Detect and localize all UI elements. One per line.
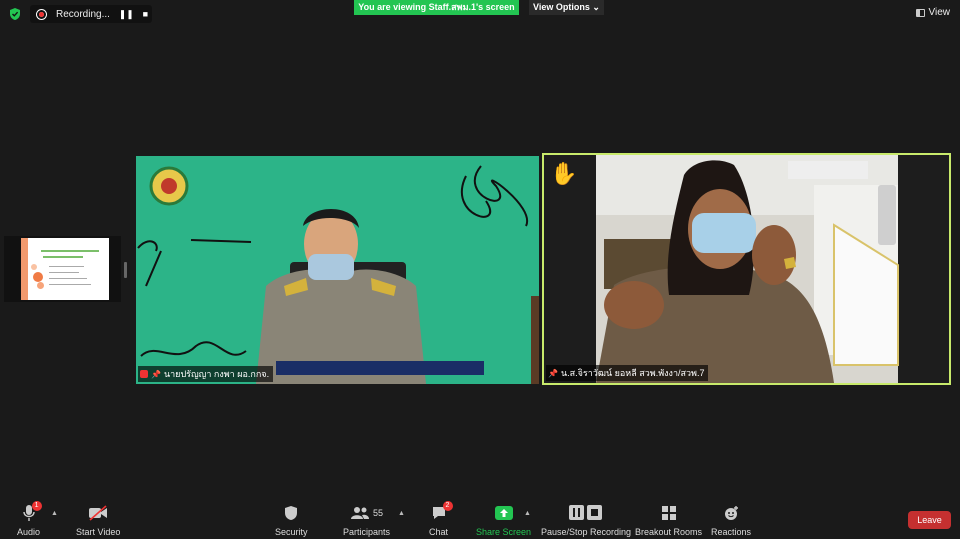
stop-recording-icon[interactable]: ■ [139, 9, 152, 19]
breakout-rooms-icon [661, 504, 677, 522]
participant-name: น.ส.จิราวัฒน์ ยอหลี สวพ.พังงา/สวพ.7 [560, 368, 705, 378]
participant-count: 55 [373, 508, 384, 518]
top-bar: Recording... ❚❚ ■ You are viewing Staff.… [0, 0, 960, 28]
participants-icon-group: 55 [350, 504, 383, 522]
pause-stop-recording-button[interactable]: Pause/Stop Recording [541, 504, 631, 537]
start-video-button[interactable]: Start Video [76, 504, 120, 537]
pin-icon: 📌 [151, 369, 161, 379]
participant-name-tag: 📌 นายปรัญญา กงพา ผอ.กกจ. [138, 366, 274, 382]
recording-dot-icon [37, 9, 46, 19]
share-options-caret-icon[interactable]: ▲ [524, 510, 531, 517]
audio-badge: 1 [31, 501, 42, 511]
shared-screen-thumbnail[interactable] [4, 236, 121, 302]
view-button[interactable]: View [915, 7, 951, 18]
slide-text-line [49, 272, 79, 273]
view-options-label: View Options [533, 2, 590, 12]
slide-decor-dot [33, 272, 43, 282]
people-icon [351, 507, 369, 519]
participant-name: นายปรัญญา กงพา ผอ.กกจ. [163, 369, 270, 379]
slide-decor-dot [37, 282, 44, 289]
chat-label: Chat [429, 527, 449, 537]
audio-label: Audio [17, 527, 41, 537]
pause-stop-recording-label: Pause/Stop Recording [541, 527, 632, 537]
breakout-rooms-label: Breakout Rooms [635, 527, 703, 537]
reactions-label: Reactions [711, 527, 752, 537]
shield-icon [284, 504, 298, 522]
microphone-icon: 1 [22, 501, 42, 522]
slide-decor-dot [31, 264, 37, 270]
participants-label: Participants [343, 527, 391, 537]
chat-icon: 2 [431, 501, 453, 522]
recording-label: Recording... [56, 8, 110, 20]
meeting-toolbar: 1 Audio ▲ Start Video Security 55 Partic… [0, 496, 960, 539]
view-layout-icon [915, 8, 925, 17]
recording-indicator: Recording... ❚❚ ■ [30, 5, 152, 23]
pause-stop-icon [569, 504, 603, 522]
security-button[interactable]: Security [275, 504, 308, 537]
participant-video-feed [596, 155, 899, 383]
slide-text-line [49, 266, 84, 267]
leave-button[interactable]: Leave [908, 511, 951, 529]
breakout-rooms-button[interactable]: Breakout Rooms [635, 504, 702, 537]
muted-mic-icon [140, 370, 148, 378]
audio-options-caret-icon[interactable]: ▲ [51, 510, 58, 517]
slide-text-line [49, 284, 91, 285]
share-screen-label: Share Screen [476, 527, 532, 537]
chat-button[interactable]: 2 Chat [429, 501, 453, 537]
audio-button[interactable]: 1 Audio [17, 501, 42, 537]
participants-button[interactable]: 55 Participants [343, 504, 390, 537]
participants-options-caret-icon[interactable]: ▲ [398, 510, 405, 517]
panel-resize-handle[interactable] [124, 262, 127, 278]
share-screen-icon [494, 504, 513, 522]
participant-video-feed [137, 165, 539, 384]
slide-accent-bar [21, 238, 28, 300]
screen-share-banner: You are viewing Staff.สพม.1's screen [354, 0, 519, 15]
reactions-button[interactable]: Reactions [711, 504, 751, 537]
security-shield-icon[interactable] [8, 7, 22, 21]
chevron-down-icon: ⌄ [592, 2, 600, 12]
chat-badge: 2 [442, 501, 453, 511]
security-label: Security [275, 527, 308, 537]
share-screen-button[interactable]: Share Screen [476, 504, 531, 537]
shared-slide-preview [21, 238, 109, 300]
video-tile-participant-1[interactable]: 📌 นายปรัญญา กงพา ผอ.กกจ. [136, 156, 539, 384]
smiley-icon [723, 504, 739, 522]
raised-hand-icon: ✋ [550, 161, 578, 186]
slide-text-line [41, 250, 99, 252]
participant-name-tag: 📌 น.ส.จิราวัฒน์ ยอหลี สวพ.พังงา/สวพ.7 [546, 365, 709, 381]
view-options-button[interactable]: View Options ⌄ [529, 0, 604, 15]
start-video-label: Start Video [76, 527, 121, 537]
view-label: View [928, 7, 951, 18]
video-tile-participant-2[interactable]: ✋ 📌 น.ส.จิราวัฒน์ ยอหลี สวพ.พังงา/สวพ.7 [542, 153, 951, 385]
video-off-icon [88, 504, 108, 522]
slide-text-line [43, 256, 83, 258]
pin-icon: 📌 [548, 368, 558, 378]
pause-recording-icon[interactable]: ❚❚ [119, 9, 134, 20]
slide-text-line [49, 278, 87, 279]
